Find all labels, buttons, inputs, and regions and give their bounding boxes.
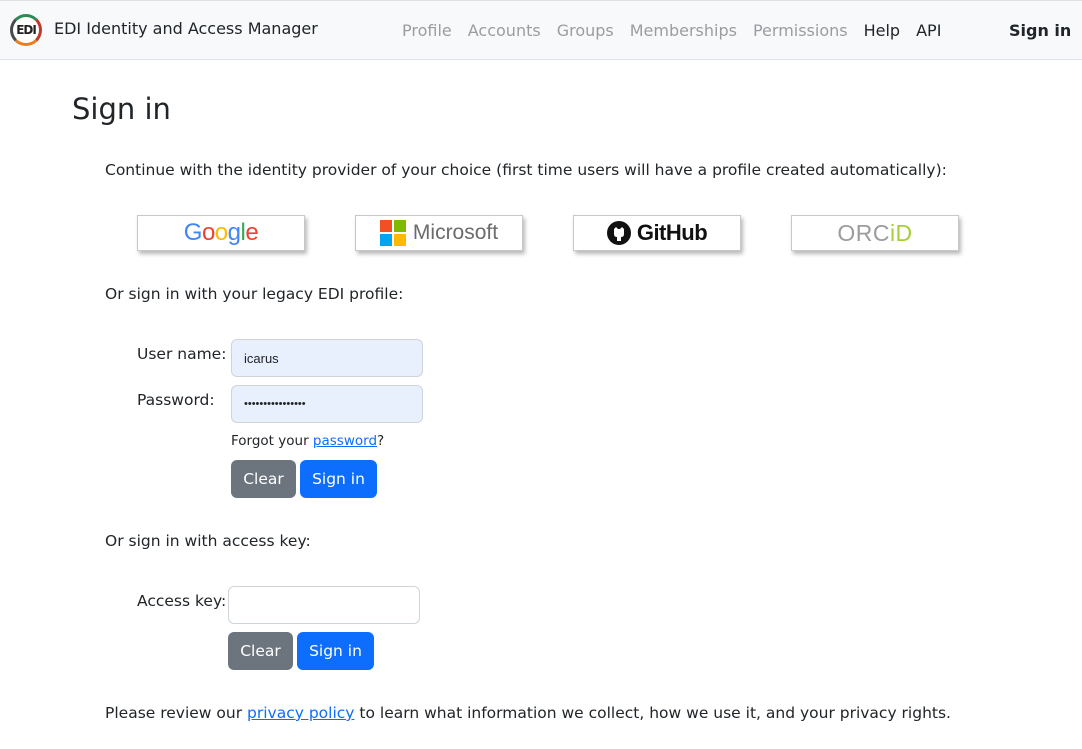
microsoft-logo-icon (379, 220, 406, 246)
nav-help[interactable]: Help (864, 21, 900, 40)
nav-groups: Groups (556, 21, 614, 40)
google-signin-button[interactable]: Google (137, 215, 305, 251)
forgot-password-link[interactable]: password (313, 433, 377, 449)
privacy-notice: Please review our privacy policy to lear… (105, 704, 951, 722)
page-title: Sign in (72, 92, 171, 126)
google-logo-icon: Google (183, 219, 259, 246)
password-label: Password: (137, 391, 215, 409)
navbar: EDI EDI Identity and Access Manager Prof… (0, 0, 1082, 60)
privacy-policy-link[interactable]: privacy policy (247, 704, 354, 722)
orcid-logo-icon: ORCiD (837, 219, 913, 246)
nav-permissions: Permissions (752, 21, 848, 40)
edi-logo-icon: EDI (10, 14, 42, 46)
access-key-input[interactable] (228, 586, 420, 624)
github-logo-icon (606, 221, 631, 245)
access-key-label: Access key: (137, 592, 227, 610)
nav-links: Profile Accounts Groups Memberships Perm… (402, 21, 957, 40)
nav-signin-link[interactable]: Sign in (1009, 21, 1071, 40)
access-key-heading: Or sign in with access key: (105, 532, 311, 550)
password-input[interactable] (231, 385, 423, 423)
github-label: GitHub (636, 220, 708, 245)
brand[interactable]: EDI EDI Identity and Access Manager (10, 14, 318, 46)
github-signin-button[interactable]: GitHub (573, 215, 741, 251)
access-key-clear-button[interactable]: Clear (228, 632, 293, 670)
brand-title: EDI Identity and Access Manager (54, 18, 318, 38)
legacy-heading: Or sign in with your legacy EDI profile: (105, 285, 404, 303)
nav-profile: Profile (402, 21, 452, 40)
legacy-signin-button[interactable]: Sign in (300, 460, 377, 498)
username-label: User name: (137, 345, 227, 363)
username-input[interactable] (231, 339, 423, 377)
legacy-clear-button[interactable]: Clear (231, 460, 296, 498)
microsoft-label: Microsoft (412, 221, 499, 244)
microsoft-signin-button[interactable]: Microsoft (355, 215, 523, 251)
access-key-signin-button[interactable]: Sign in (297, 632, 374, 670)
nav-accounts: Accounts (467, 21, 541, 40)
idp-intro-text: Continue with the identity provider of y… (105, 161, 947, 179)
forgot-password-text: Forgot your password? (231, 433, 385, 449)
orcid-signin-button[interactable]: ORCiD (791, 215, 959, 251)
nav-api[interactable]: API (916, 21, 941, 40)
nav-memberships: Memberships (629, 21, 737, 40)
